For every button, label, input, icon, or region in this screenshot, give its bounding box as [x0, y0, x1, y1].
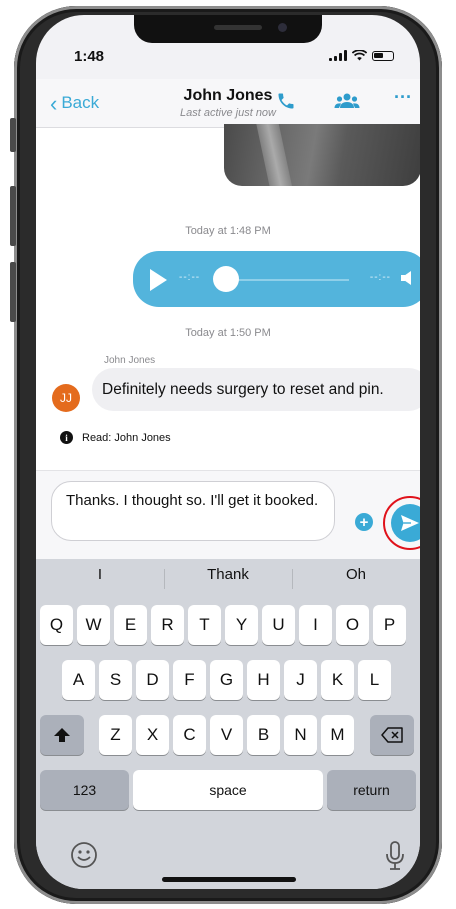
key-v[interactable]: V — [210, 715, 243, 755]
key-g[interactable]: G — [210, 660, 243, 700]
shift-icon — [54, 728, 70, 742]
numbers-key[interactable]: 123 — [40, 770, 129, 810]
key-m[interactable]: M — [321, 715, 354, 755]
key-row-2: A S D F G H J K L — [36, 660, 420, 700]
notch — [134, 15, 322, 43]
audio-message: --:-- --:-- — [133, 251, 420, 307]
key-n[interactable]: N — [284, 715, 317, 755]
mute-switch — [10, 118, 16, 152]
audio-elapsed: --:-- — [179, 272, 201, 283]
contact-name: John Jones — [183, 87, 273, 104]
message-composer: Thanks. I thought so. I'll get it booked… — [36, 470, 420, 560]
shift-key[interactable] — [40, 715, 84, 755]
key-w[interactable]: W — [77, 605, 110, 645]
info-icon: i — [60, 431, 73, 444]
key-row-1: Q W E R T Y U I O P — [36, 605, 420, 645]
phone-screen: 1:48 ‹ Back John Jones Last active just … — [36, 15, 420, 889]
audio-scrubber-handle[interactable] — [213, 266, 239, 292]
last-active-status: Last active just now — [180, 107, 276, 119]
key-p[interactable]: P — [373, 605, 406, 645]
key-s[interactable]: S — [99, 660, 132, 700]
key-row-3: Z X C V B N M — [36, 715, 420, 755]
key-q[interactable]: Q — [40, 605, 73, 645]
signal-icon — [329, 50, 347, 61]
key-y[interactable]: Y — [225, 605, 258, 645]
suggestion-item[interactable]: Thank — [164, 559, 292, 595]
avatar: JJ — [52, 384, 80, 412]
keyboard: I Thank Oh Q W E R T Y U I O P A S D F G… — [36, 559, 420, 889]
front-camera — [278, 23, 287, 32]
key-o[interactable]: O — [336, 605, 369, 645]
key-t[interactable]: T — [188, 605, 221, 645]
audio-remaining: --:-- — [369, 272, 391, 283]
key-j[interactable]: J — [284, 660, 317, 700]
image-attachment[interactable] — [224, 124, 420, 186]
message-input[interactable]: Thanks. I thought so. I'll get it booked… — [51, 481, 335, 541]
message-text: Definitely needs surgery to reset and pi… — [102, 380, 384, 398]
emoji-icon[interactable] — [70, 841, 98, 874]
more-icon[interactable]: ··· — [394, 87, 412, 108]
audio-progress-track[interactable] — [230, 279, 349, 281]
key-row-4: 123 space return — [36, 770, 420, 810]
group-icon[interactable] — [334, 91, 360, 116]
microphone-icon[interactable] — [385, 841, 405, 876]
suggestion-divider — [164, 569, 165, 589]
add-attachment-button[interactable]: + — [355, 513, 373, 531]
volume-down-button — [10, 262, 16, 322]
key-i[interactable]: I — [299, 605, 332, 645]
play-icon[interactable] — [150, 269, 167, 291]
status-icons — [329, 50, 394, 61]
volume-icon[interactable] — [401, 271, 411, 285]
battery-icon — [372, 50, 394, 61]
home-indicator[interactable] — [162, 877, 296, 882]
return-key[interactable]: return — [327, 770, 416, 810]
message-thread: Today at 1:48 PM --:-- --:-- Today at 1:… — [36, 124, 420, 470]
key-u[interactable]: U — [262, 605, 295, 645]
backspace-icon — [381, 727, 403, 743]
chat-header: ‹ Back John Jones Last active just now ·… — [36, 79, 420, 128]
incoming-message-bubble: Definitely needs surgery to reset and pi… — [92, 368, 420, 411]
send-icon — [401, 515, 419, 531]
key-a[interactable]: A — [62, 660, 95, 700]
key-f[interactable]: F — [173, 660, 206, 700]
read-receipt-text: Read: John Jones — [82, 431, 171, 444]
key-e[interactable]: E — [114, 605, 147, 645]
suggestion-divider — [292, 569, 293, 589]
suggestion-bar: I Thank Oh — [36, 559, 420, 595]
key-r[interactable]: R — [151, 605, 184, 645]
read-receipt: i Read: John Jones — [60, 431, 171, 444]
status-time: 1:48 — [74, 48, 105, 65]
key-h[interactable]: H — [247, 660, 280, 700]
suggestion-item[interactable]: Oh — [292, 559, 420, 595]
suggestion-item[interactable]: I — [36, 559, 164, 595]
volume-up-button — [10, 186, 16, 246]
sender-name: John Jones — [104, 355, 156, 366]
key-k[interactable]: K — [321, 660, 354, 700]
key-b[interactable]: B — [247, 715, 280, 755]
space-key[interactable]: space — [133, 770, 323, 810]
speaker-grille — [214, 25, 262, 30]
timestamp: Today at 1:50 PM — [185, 327, 271, 339]
key-x[interactable]: X — [136, 715, 169, 755]
wifi-icon — [352, 50, 367, 61]
key-z[interactable]: Z — [99, 715, 132, 755]
key-c[interactable]: C — [173, 715, 206, 755]
key-l[interactable]: L — [358, 660, 391, 700]
backspace-key[interactable] — [370, 715, 414, 755]
phone-icon[interactable] — [276, 91, 296, 116]
key-d[interactable]: D — [136, 660, 169, 700]
timestamp: Today at 1:48 PM — [185, 225, 271, 237]
